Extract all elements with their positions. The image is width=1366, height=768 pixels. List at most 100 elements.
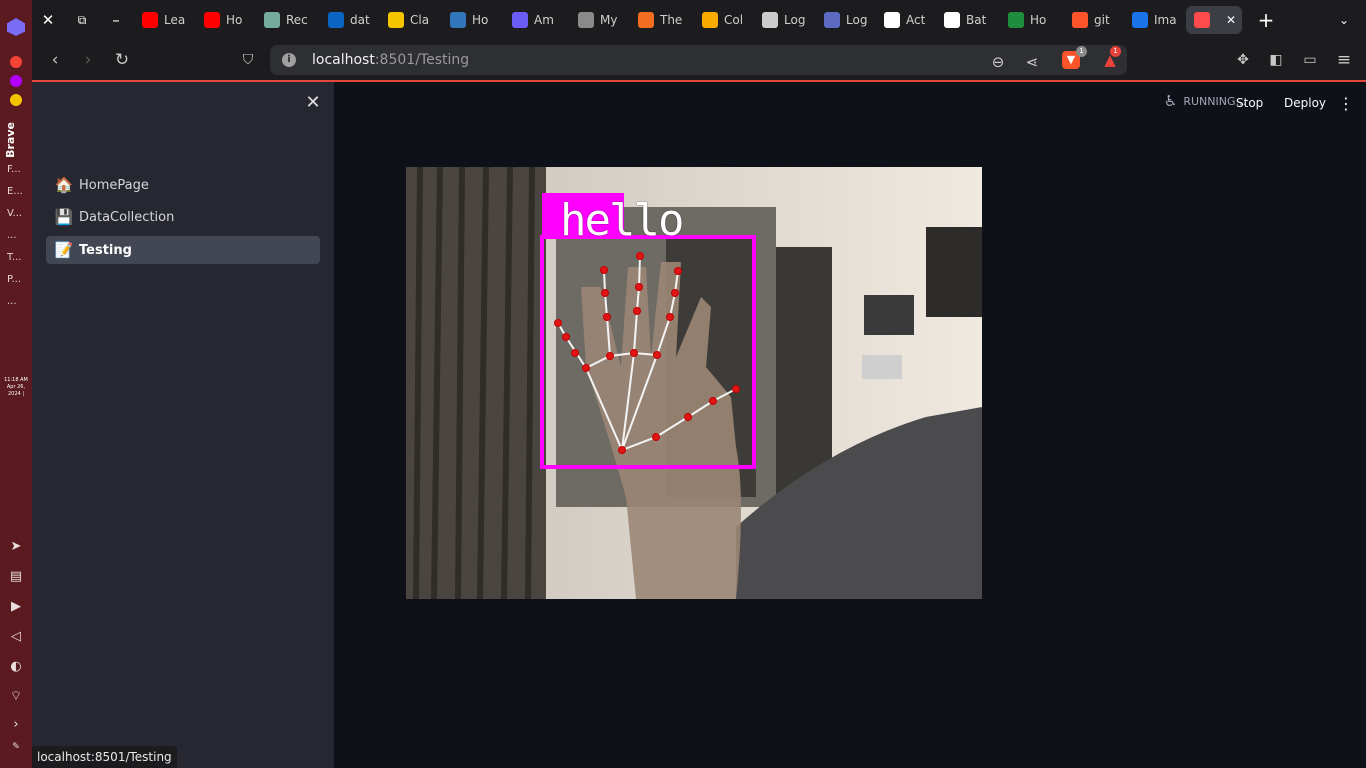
app-launcher-icon[interactable] <box>7 18 25 36</box>
purple-dot-icon[interactable] <box>10 75 22 87</box>
tab-label: Ima <box>1154 13 1177 27</box>
tab-16[interactable]: Ima <box>1132 6 1184 34</box>
tab-label: Ho <box>226 13 243 27</box>
url-host: localhost <box>312 52 375 68</box>
os-item[interactable]: T... <box>7 252 21 263</box>
close-sidebar-icon[interactable]: ✕ <box>302 92 324 114</box>
send-icon[interactable]: ➤ <box>8 539 24 555</box>
tab-0[interactable]: Lea <box>142 6 194 34</box>
youtube-icon <box>142 12 158 28</box>
tab-label: dat <box>350 13 370 27</box>
edge-icon <box>450 12 466 28</box>
tab-5[interactable]: Ho <box>450 6 502 34</box>
tab-2[interactable]: Rec <box>264 6 316 34</box>
brightness-icon[interactable]: ◐ <box>8 659 24 675</box>
floppy-disk-icon: 💾 <box>54 208 74 226</box>
webcam-scene <box>406 167 982 599</box>
clipboard-icon[interactable]: ▤ <box>8 569 24 585</box>
tab-label: The <box>660 13 683 27</box>
tab-11[interactable]: Log <box>824 6 876 34</box>
tab-1[interactable]: Ho <box>204 6 256 34</box>
sidebar-item-label: HomePage <box>79 177 149 193</box>
share-icon[interactable]: ⋖ <box>1022 53 1042 75</box>
app-icon <box>824 12 840 28</box>
tab-17[interactable]: ✕ <box>1186 6 1242 34</box>
tab-label: git <box>1094 13 1110 27</box>
back-icon[interactable]: ‹ <box>45 50 65 70</box>
browser-menu-icon[interactable]: ≡ <box>1334 50 1354 70</box>
sidebar-toggle-icon[interactable]: ◧ <box>1266 50 1286 70</box>
hackerrank-icon <box>638 12 654 28</box>
tab-9[interactable]: Col <box>702 6 754 34</box>
tab-10[interactable]: Log <box>762 6 814 34</box>
os-item[interactable]: V... <box>7 208 22 219</box>
webcam-frame: hello <box>406 167 982 599</box>
status-bar-url: localhost:8501/Testing <box>32 746 177 768</box>
os-item[interactable]: ... <box>7 296 17 307</box>
deploy-button[interactable]: Deploy <box>1284 96 1326 110</box>
tab-label: Ho <box>472 13 489 27</box>
reload-icon[interactable]: ↻ <box>112 50 132 70</box>
browser-toolbar: ‹ › ↻ ⛉ i localhost:8501/Testing ⊖ ⋖ ▼ 1… <box>32 40 1366 80</box>
tab-label: Lea <box>164 13 186 27</box>
tab-14[interactable]: Ho <box>1008 6 1060 34</box>
github-icon <box>944 12 960 28</box>
tab-13[interactable]: Bat <box>944 6 996 34</box>
url-path: :8501/Testing <box>374 52 470 68</box>
close-window-icon[interactable]: ✕ <box>38 10 58 30</box>
wallet-icon[interactable]: ▭ <box>1300 50 1320 70</box>
main-content: ♿ RUNNING... Stop Deploy ⋮ hello <box>334 82 1366 768</box>
tab-12[interactable]: Act <box>884 6 936 34</box>
new-tab-icon[interactable]: + <box>1256 10 1276 30</box>
tab-6[interactable]: Am <box>512 6 564 34</box>
prediction-label: hello <box>560 195 684 246</box>
sidebar-item-datacollection[interactable]: 💾 DataCollection <box>46 203 320 231</box>
os-item[interactable]: P... <box>7 274 21 285</box>
pen-icon[interactable]: ✎ <box>8 739 24 755</box>
os-taskbar: Brave F... E... V... ... T... P... ... 1… <box>0 0 32 768</box>
colab-icon <box>702 12 718 28</box>
clock-time: 11:18 AM <box>4 377 28 383</box>
tab-label: Cla <box>410 13 430 27</box>
chatgpt-icon <box>264 12 280 28</box>
shields-badge: 1 <box>1076 46 1087 57</box>
brave-icon <box>1072 12 1088 28</box>
close-tab-icon[interactable]: ✕ <box>1226 13 1236 27</box>
tab-8[interactable]: The <box>638 6 690 34</box>
main-menu-icon[interactable]: ⋮ <box>1338 94 1354 113</box>
minimize-window-icon[interactable]: – <box>106 10 126 30</box>
extensions-icon[interactable]: ✥ <box>1233 50 1253 70</box>
house-icon: 🏠 <box>54 176 74 194</box>
yellow-dot-icon[interactable] <box>10 94 22 106</box>
play-icon[interactable]: ▶ <box>8 599 24 615</box>
os-item[interactable]: F... <box>7 164 21 175</box>
os-window-title: Brave <box>4 122 17 158</box>
s-icon <box>388 12 404 28</box>
tab-15[interactable]: git <box>1072 6 1124 34</box>
sidebar-item-testing[interactable]: 📝 Testing <box>46 236 320 264</box>
memo-icon: 📝 <box>54 241 74 259</box>
address-bar[interactable]: i localhost:8501/Testing ⊖ ⋖ ▼ 1 ▲ 1 <box>270 45 1127 75</box>
stop-button[interactable]: Stop <box>1236 96 1263 110</box>
site-info-icon[interactable]: i <box>282 53 296 67</box>
red-dot-icon[interactable] <box>10 56 22 68</box>
running-person-icon: ♿ <box>1163 92 1178 110</box>
os-item[interactable]: E... <box>7 186 23 197</box>
tab-7[interactable]: My <box>578 6 630 34</box>
restore-window-icon[interactable]: ⧉ <box>72 10 92 30</box>
tab-search-icon[interactable]: ⌄ <box>1334 10 1354 30</box>
speaker-icon[interactable]: ◁ <box>8 629 24 645</box>
wifi-icon[interactable]: ⌔ <box>8 689 24 705</box>
forward-icon[interactable]: › <box>78 50 98 70</box>
zoom-out-icon[interactable]: ⊖ <box>988 53 1008 75</box>
bird-icon <box>762 12 778 28</box>
tab-label: Am <box>534 13 554 27</box>
streamlit-icon <box>1194 12 1210 28</box>
bookmark-icon[interactable]: ⛉ <box>238 50 258 70</box>
tab-3[interactable]: dat <box>328 6 380 34</box>
tab-4[interactable]: Cla <box>388 6 440 34</box>
os-item[interactable]: ... <box>7 230 17 241</box>
chevron-right-icon[interactable]: › <box>8 717 24 733</box>
sidebar-item-homepage[interactable]: 🏠 HomePage <box>46 171 320 199</box>
tm-icon <box>1132 12 1148 28</box>
